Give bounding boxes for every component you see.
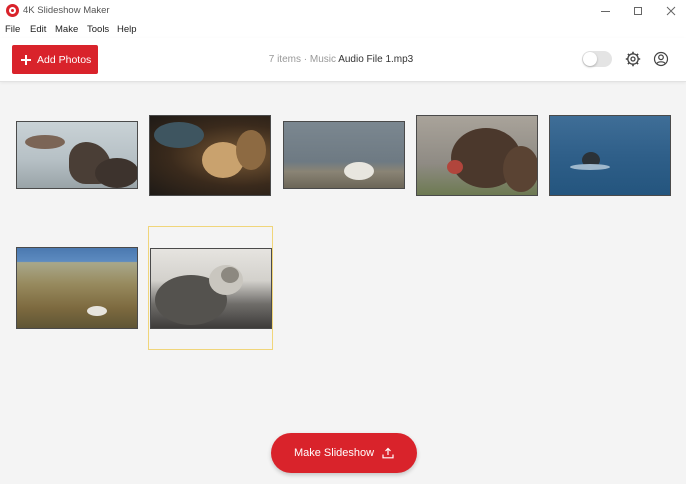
toggle-knob <box>583 52 597 66</box>
title-bar: 4K Slideshow Maker <box>0 0 686 22</box>
photo-thumbnail[interactable] <box>16 247 138 329</box>
close-icon <box>666 6 676 16</box>
photo-thumbnail[interactable] <box>149 115 271 196</box>
account-icon[interactable] <box>653 51 669 67</box>
item-count: 7 items <box>268 54 301 65</box>
photo-thumbnail-selected[interactable] <box>148 226 273 350</box>
menu-edit[interactable]: Edit <box>30 24 46 35</box>
photo-image <box>150 248 272 329</box>
music-file-link[interactable]: Audio File 1.mp3 <box>338 54 413 65</box>
status-text: 7 items · Music Audio File 1.mp3 <box>0 54 682 65</box>
photo-thumbnail[interactable] <box>283 121 405 189</box>
menu-make[interactable]: Make <box>55 24 78 35</box>
share-upload-icon <box>382 447 394 459</box>
app-logo-icon <box>6 4 19 17</box>
make-slideshow-button[interactable]: Make Slideshow <box>271 433 417 473</box>
menu-tools[interactable]: Tools <box>87 24 109 35</box>
photo-image <box>283 121 405 189</box>
make-slideshow-label: Make Slideshow <box>293 447 375 459</box>
menu-bar: File Edit Make Tools Help <box>0 22 686 38</box>
music-label: Music <box>309 54 339 65</box>
photo-image <box>16 247 138 329</box>
maximize-icon <box>634 7 642 15</box>
gear-icon[interactable] <box>625 51 641 67</box>
toolbar: Add Photos 7 items · Music Audio File 1.… <box>0 38 686 82</box>
photo-image <box>149 115 271 196</box>
status-separator: · <box>300 54 310 65</box>
window-title: 4K Slideshow Maker <box>23 5 110 16</box>
photo-image <box>416 115 538 196</box>
photo-thumbnail[interactable] <box>16 121 138 189</box>
menu-file[interactable]: File <box>5 24 20 35</box>
preview-toggle[interactable] <box>582 51 612 67</box>
photo-image <box>16 121 138 189</box>
maximize-button[interactable] <box>621 0 655 22</box>
minimize-button[interactable] <box>588 0 622 22</box>
close-button[interactable] <box>654 0 686 22</box>
photo-thumbnail[interactable] <box>549 115 671 196</box>
menu-help[interactable]: Help <box>117 24 137 35</box>
photo-grid <box>0 83 686 423</box>
photo-thumbnail[interactable] <box>416 115 538 196</box>
minimize-icon <box>600 10 610 12</box>
photo-image <box>549 115 671 196</box>
